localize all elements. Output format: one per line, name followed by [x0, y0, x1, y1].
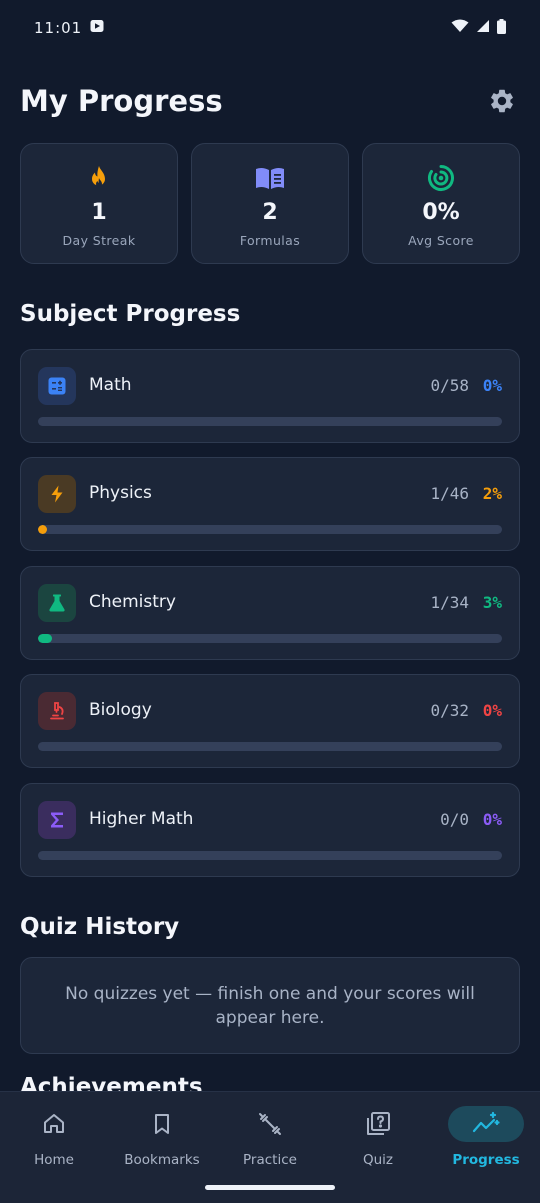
stat-label: Formulas — [239, 233, 301, 248]
flame-icon — [87, 164, 111, 192]
subject-count: 1/34 — [430, 593, 469, 612]
subject-percent: 3% — [482, 593, 502, 612]
subject-count: 0/58 — [430, 376, 469, 395]
calculator-icon — [38, 367, 76, 405]
subject-percent: 0% — [482, 701, 502, 720]
subject-name: Biology — [89, 700, 152, 720]
target-icon — [427, 164, 455, 192]
subject-card-higher-math[interactable]: Higher Math 0/0 0% — [20, 783, 520, 877]
book-icon — [255, 164, 285, 192]
stat-card-formulas: 2 Formulas — [191, 143, 349, 264]
sigma-icon — [38, 801, 76, 839]
stat-label: Day Streak — [62, 233, 136, 248]
wifi-icon — [451, 19, 469, 37]
stat-value: 0% — [422, 200, 460, 225]
progress-bar — [38, 851, 502, 860]
empty-message: No quizzes yet — finish one and your sco… — [65, 983, 475, 1028]
quiz-history-title: Quiz History — [20, 914, 180, 940]
stats-row: 1 Day Streak 2 Formulas 0% Avg Score — [20, 143, 520, 264]
nav-home[interactable]: Home — [0, 1092, 108, 1203]
subject-percent: 0% — [482, 810, 502, 829]
lightning-icon — [38, 475, 76, 513]
subject-name: Physics — [89, 483, 152, 503]
home-indicator[interactable] — [205, 1185, 335, 1190]
subject-percent: 0% — [482, 376, 502, 395]
subject-card-physics[interactable]: Physics 1/46 2% — [20, 457, 520, 551]
subject-card-biology[interactable]: Biology 0/32 0% — [20, 674, 520, 768]
stat-value: 1 — [91, 200, 107, 225]
subject-count: 0/0 — [440, 810, 469, 829]
trend-sparkle-icon — [472, 1111, 500, 1133]
progress-bar — [38, 634, 502, 643]
signal-icon — [476, 19, 490, 37]
microscope-icon — [38, 692, 76, 730]
gear-icon — [491, 89, 513, 113]
nav-label: Bookmarks — [124, 1152, 200, 1168]
bookmark-icon — [155, 1114, 169, 1134]
nav-label: Progress — [452, 1152, 520, 1168]
nav-active-pill — [448, 1106, 524, 1142]
quiz-icon — [367, 1112, 390, 1135]
nav-bookmarks[interactable]: Bookmarks — [108, 1092, 216, 1203]
stat-value: 2 — [262, 200, 278, 225]
progress-fill — [38, 525, 48, 534]
subject-count: 1/46 — [430, 484, 469, 503]
dumbbell-icon — [259, 1113, 281, 1135]
nav-label: Home — [34, 1152, 74, 1168]
stat-card-avg-score: 0% Avg Score — [362, 143, 520, 264]
stat-card-streak: 1 Day Streak — [20, 143, 178, 264]
status-bar: 11:01 — [0, 0, 540, 56]
header: My Progress — [20, 76, 520, 126]
subject-count: 0/32 — [430, 701, 469, 720]
progress-fill — [38, 634, 52, 643]
page-title: My Progress — [20, 84, 223, 118]
nav-label: Quiz — [362, 1152, 394, 1168]
progress-bar — [38, 417, 502, 426]
progress-bar — [38, 742, 502, 751]
status-time: 11:01 — [34, 19, 83, 37]
subject-name: Math — [89, 375, 132, 395]
nav-quiz[interactable]: Quiz — [324, 1092, 432, 1203]
nav-progress[interactable]: Progress — [432, 1092, 540, 1203]
subject-percent: 2% — [482, 484, 502, 503]
subject-progress-title: Subject Progress — [20, 301, 241, 327]
subject-name: Higher Math — [89, 809, 194, 829]
subject-card-chemistry[interactable]: Chemistry 1/34 3% — [20, 566, 520, 660]
stat-label: Avg Score — [408, 233, 474, 248]
flask-icon — [38, 584, 76, 622]
media-icon — [90, 19, 104, 37]
subject-name: Chemistry — [89, 592, 176, 612]
nav-label: Practice — [243, 1152, 297, 1168]
home-icon — [44, 1114, 64, 1133]
subject-card-math[interactable]: Math 0/58 0% — [20, 349, 520, 443]
quiz-empty-state: No quizzes yet — finish one and your sco… — [20, 957, 520, 1054]
settings-button[interactable] — [484, 83, 520, 119]
progress-bar — [38, 525, 502, 534]
battery-icon — [497, 18, 506, 38]
